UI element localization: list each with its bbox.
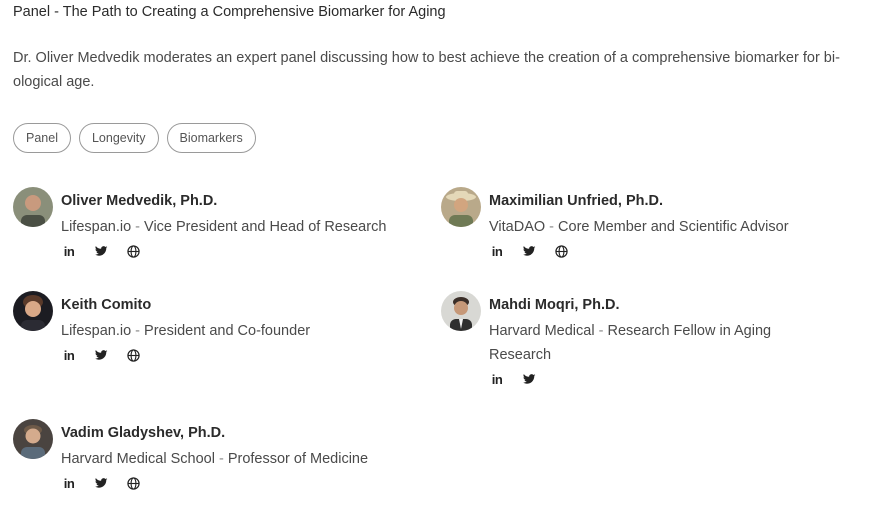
tag-list: Panel Longevity Biomarkers xyxy=(13,123,256,153)
separator: - xyxy=(214,451,228,467)
social-links: in xyxy=(61,347,401,363)
linkedin-icon[interactable]: in xyxy=(61,243,77,259)
social-links: in xyxy=(61,243,401,259)
tag-biomarkers[interactable]: Biomarkers xyxy=(166,123,256,153)
tag-longevity[interactable]: Longevity xyxy=(78,123,159,153)
speaker-org: Harvard Medical School xyxy=(61,451,215,467)
linkedin-icon[interactable]: in xyxy=(489,371,505,387)
twitter-icon[interactable] xyxy=(93,243,109,259)
twitter-icon[interactable] xyxy=(521,243,537,259)
twitter-icon[interactable] xyxy=(521,371,537,387)
speaker-org: VitaDAO xyxy=(489,219,546,235)
globe-icon[interactable] xyxy=(125,243,141,259)
speaker-role: Lifespan.io - Vice President and Head of… xyxy=(61,215,401,239)
globe-icon[interactable] xyxy=(125,475,141,491)
speaker-role: Lifespan.io - President and Co-founder xyxy=(61,319,401,343)
speaker-org: Lifespan.io xyxy=(61,219,132,235)
speaker-role: Harvard Medical School - Professor of Me… xyxy=(61,447,401,471)
social-links: in xyxy=(489,243,829,259)
speaker-title: Core Member and Scientific Advisor xyxy=(558,219,789,235)
speaker-title: Professor of Medicine xyxy=(227,451,369,467)
page: Panel - The Path to Creating a Comprehen… xyxy=(0,0,882,513)
speaker-name: Maximilian Unfried, Ph.D. xyxy=(489,193,664,209)
speaker-title: President and Co-founder xyxy=(144,323,311,339)
twitter-icon[interactable] xyxy=(93,475,109,491)
speaker-name: Vadim Gladyshev, Ph.D. xyxy=(61,425,226,441)
speaker-org: Harvard Medical xyxy=(489,323,595,339)
linkedin-icon[interactable]: in xyxy=(61,347,77,363)
globe-icon[interactable] xyxy=(553,243,569,259)
avatar xyxy=(13,419,53,459)
linkedin-icon[interactable]: in xyxy=(489,243,505,259)
speaker-title: Vice President and Head of Research xyxy=(144,219,387,235)
separator: - xyxy=(131,323,145,339)
speaker-name: Oliver Medvedik, Ph.D. xyxy=(61,193,218,209)
separator: - xyxy=(545,219,559,235)
separator: - xyxy=(131,219,145,235)
linkedin-icon[interactable]: in xyxy=(61,475,77,491)
avatar xyxy=(13,187,53,227)
speaker-role: Harvard Medical - Research Fellow in Agi… xyxy=(489,319,799,367)
separator: - xyxy=(594,323,608,339)
avatar xyxy=(441,187,481,227)
speaker-name: Mahdi Moqri, Ph.D. xyxy=(489,297,620,313)
speaker-name: Keith Comito xyxy=(61,297,152,313)
social-links: in xyxy=(61,475,401,491)
page-title: Panel - The Path to Creating a Comprehen… xyxy=(13,4,446,20)
panel-description: Dr. Oliver Medvedik moderates an expert … xyxy=(13,50,840,90)
speaker-org: Lifespan.io xyxy=(61,323,132,339)
speaker-role: VitaDAO - Core Member and Scientific Adv… xyxy=(489,215,829,239)
tag-panel[interactable]: Panel xyxy=(13,123,71,153)
globe-icon[interactable] xyxy=(125,347,141,363)
social-links: in xyxy=(489,371,809,387)
avatar xyxy=(441,291,481,331)
avatar xyxy=(13,291,53,331)
twitter-icon[interactable] xyxy=(93,347,109,363)
